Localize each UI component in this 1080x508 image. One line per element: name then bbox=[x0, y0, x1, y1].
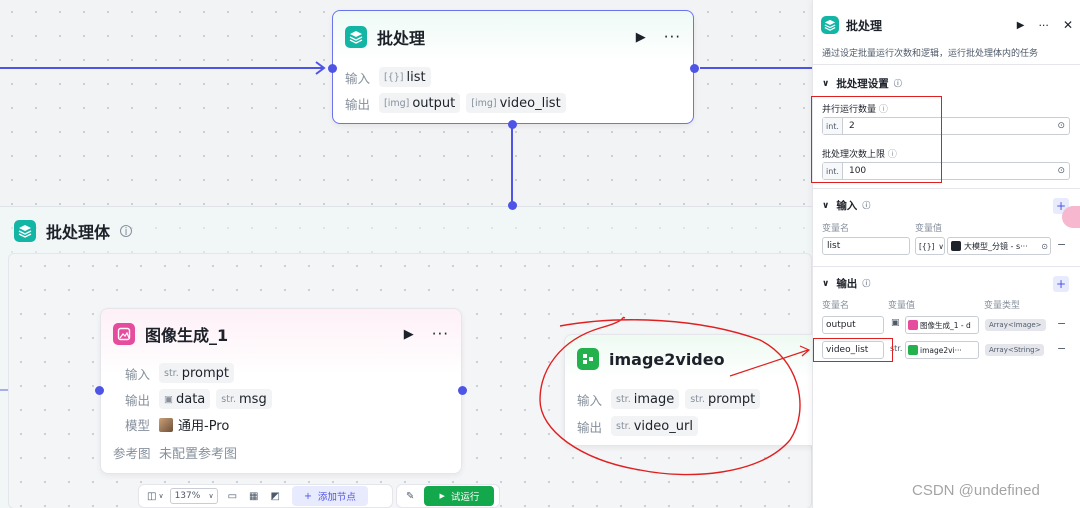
annotation-arrow bbox=[729, 349, 809, 377]
remove-output-button[interactable]: − bbox=[1057, 317, 1066, 330]
wrench-icon[interactable]: ✎ bbox=[406, 491, 414, 502]
remove-output-button[interactable]: − bbox=[1057, 342, 1066, 355]
minimap-icon[interactable]: ◩ bbox=[270, 491, 279, 502]
zoom-select[interactable]: 137% ∨ bbox=[169, 488, 218, 504]
panel-more-icon[interactable]: ··· bbox=[1038, 19, 1049, 32]
watermark: CSDN @undefined bbox=[912, 482, 1040, 499]
panel-close-icon[interactable]: ✕ bbox=[1063, 18, 1073, 32]
input-var-ref-field[interactable]: 大模型_分镜 - s··· ⊙ bbox=[947, 237, 1051, 255]
panel-description: 通过设定批量运行次数和逻辑，运行批处理体内的任务 bbox=[822, 49, 1039, 59]
output-var-ref-field[interactable]: image2vi··· bbox=[905, 341, 979, 359]
output-var-name-field[interactable]: output bbox=[822, 316, 884, 334]
remove-input-button[interactable]: − bbox=[1057, 238, 1066, 251]
chevron-down-icon: ∨ bbox=[822, 278, 830, 289]
chevron-down-icon: ∨ bbox=[822, 78, 830, 89]
out-name-header: 变量名 bbox=[822, 301, 850, 311]
chevron-down-icon[interactable]: ∨ bbox=[158, 492, 163, 500]
input-var-type-select[interactable]: [{}] ∨ bbox=[915, 237, 945, 255]
out-value-header: 变量值 bbox=[888, 301, 916, 311]
var-value-header: 变量值 bbox=[915, 224, 943, 234]
panel-batch-icon bbox=[821, 16, 839, 34]
settings-section-header[interactable]: ∨ 批处理设置 ⓘ bbox=[822, 76, 902, 91]
info-icon: ⓘ bbox=[862, 279, 871, 288]
plugin-ref-icon bbox=[908, 345, 918, 355]
info-icon: ⓘ bbox=[893, 79, 902, 88]
panel-run-icon[interactable]: ▶ bbox=[1017, 20, 1025, 31]
highlight-box-settings bbox=[811, 96, 942, 183]
model-ref-icon bbox=[951, 241, 961, 251]
output-section-header[interactable]: ∨ 输出 ⓘ bbox=[822, 276, 870, 291]
input-section-header[interactable]: ∨ 输入 ⓘ bbox=[822, 198, 870, 213]
panel-title: 批处理 bbox=[846, 18, 883, 33]
info-icon: ⓘ bbox=[862, 201, 871, 210]
output-type-tag: Array<String> bbox=[985, 344, 1045, 356]
output-var-ref-field[interactable]: 图像生成_1 - d bbox=[905, 316, 979, 334]
canvas-toolbar: ◫ ∨ 137% ∨ ▭ ▦ ◩ + 添加节点 bbox=[138, 484, 393, 508]
property-panel: 批处理 ▶ ··· ✕ 通过设定批量运行次数和逻辑，运行批处理体内的任务 ∨ 批… bbox=[811, 0, 1080, 508]
highlight-box-video-list bbox=[813, 338, 893, 362]
output-type-tag: Array<Image> bbox=[985, 319, 1046, 331]
add-output-button[interactable]: + bbox=[1053, 276, 1069, 292]
annotation-circle bbox=[539, 316, 801, 476]
image-gen-ref-icon bbox=[908, 320, 918, 330]
comment-icon[interactable]: ▭ bbox=[228, 491, 237, 502]
image-type-icon: ▣ bbox=[891, 318, 900, 328]
chevron-down-icon: ∨ bbox=[938, 241, 944, 251]
test-run-button[interactable]: ▶ 试运行 bbox=[424, 486, 495, 506]
stepper-icon: ⊙ bbox=[1057, 121, 1065, 131]
add-node-button[interactable]: + 添加节点 bbox=[291, 486, 368, 506]
out-type-header: 变量类型 bbox=[984, 301, 1021, 311]
assistant-bubble-icon[interactable] bbox=[1062, 206, 1080, 228]
run-toolbar: ✎ ▶ 试运行 bbox=[396, 484, 500, 508]
chevron-down-icon: ∨ bbox=[822, 200, 830, 211]
stepper-icon: ⊙ bbox=[1057, 166, 1065, 176]
var-name-header: 变量名 bbox=[822, 224, 850, 234]
layout-icon[interactable]: ▦ bbox=[249, 491, 258, 502]
input-var-name-field[interactable]: list bbox=[822, 237, 910, 255]
mouse-icon[interactable]: ◫ bbox=[147, 491, 156, 502]
